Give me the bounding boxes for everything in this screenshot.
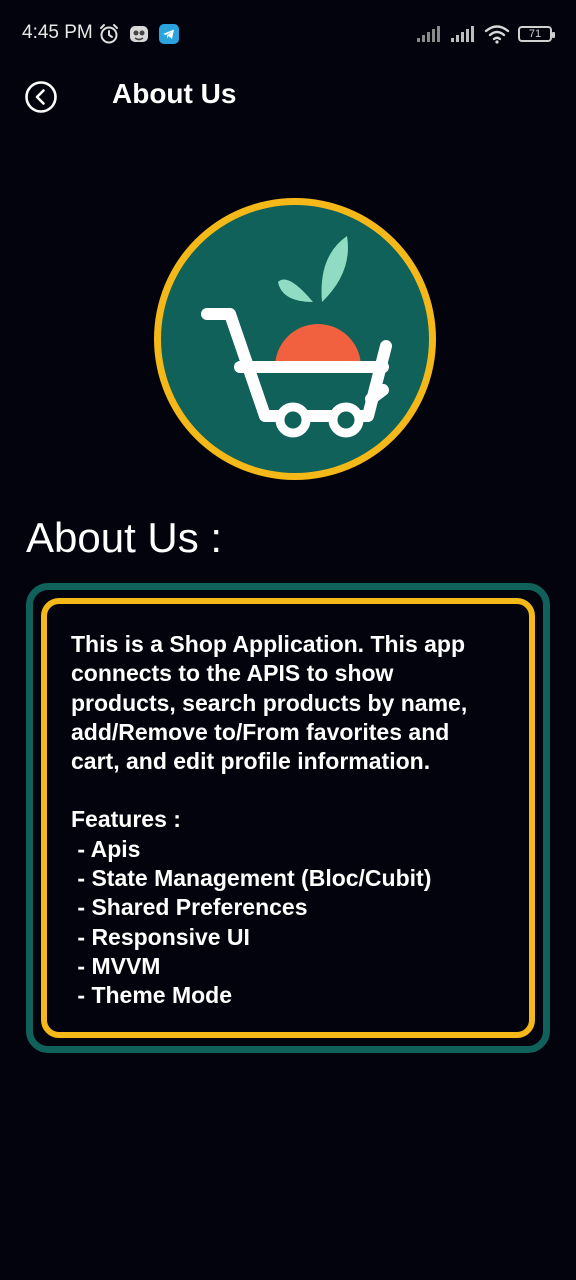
feature-item: - Apis bbox=[71, 835, 141, 862]
feature-list: - Apis - State Management (Bloc/Cubit) -… bbox=[71, 835, 509, 1011]
signal-icon bbox=[417, 26, 440, 42]
telegram-icon bbox=[159, 24, 179, 44]
feature-item: - State Management (Bloc/Cubit) bbox=[71, 865, 432, 892]
about-us-heading: About Us : bbox=[26, 514, 223, 561]
wifi-icon bbox=[484, 25, 510, 44]
back-button[interactable] bbox=[24, 80, 58, 114]
status-bar: 4:45 PM 71 bbox=[0, 0, 576, 68]
app-bar: About Us bbox=[0, 68, 576, 128]
status-icons-right: 71 bbox=[416, 22, 555, 46]
shopping-cart-carrot-logo bbox=[154, 198, 436, 480]
back-arrow-icon bbox=[25, 81, 57, 113]
features-title: Features : bbox=[71, 806, 181, 833]
alarm-icon bbox=[100, 24, 118, 44]
app-notification-icon bbox=[130, 26, 148, 42]
status-icons-left bbox=[98, 22, 180, 46]
status-time: 4:45 PM bbox=[22, 22, 93, 43]
signal-icon bbox=[451, 26, 474, 42]
feature-item: - MVVM bbox=[71, 952, 161, 979]
feature-item: - Responsive UI bbox=[71, 923, 250, 950]
app-logo bbox=[150, 194, 440, 484]
battery-indicator: 71 bbox=[518, 26, 555, 42]
feature-item: - Theme Mode bbox=[71, 982, 233, 1009]
feature-item: - Shared Preferences bbox=[71, 894, 308, 921]
about-description: This is a Shop Application. This app con… bbox=[71, 631, 468, 775]
page-title: About Us bbox=[112, 78, 237, 109]
about-card: This is a Shop Application. This app con… bbox=[26, 583, 550, 1053]
about-card-inner: This is a Shop Application. This app con… bbox=[41, 598, 535, 1038]
battery-level: 71 bbox=[528, 28, 542, 40]
